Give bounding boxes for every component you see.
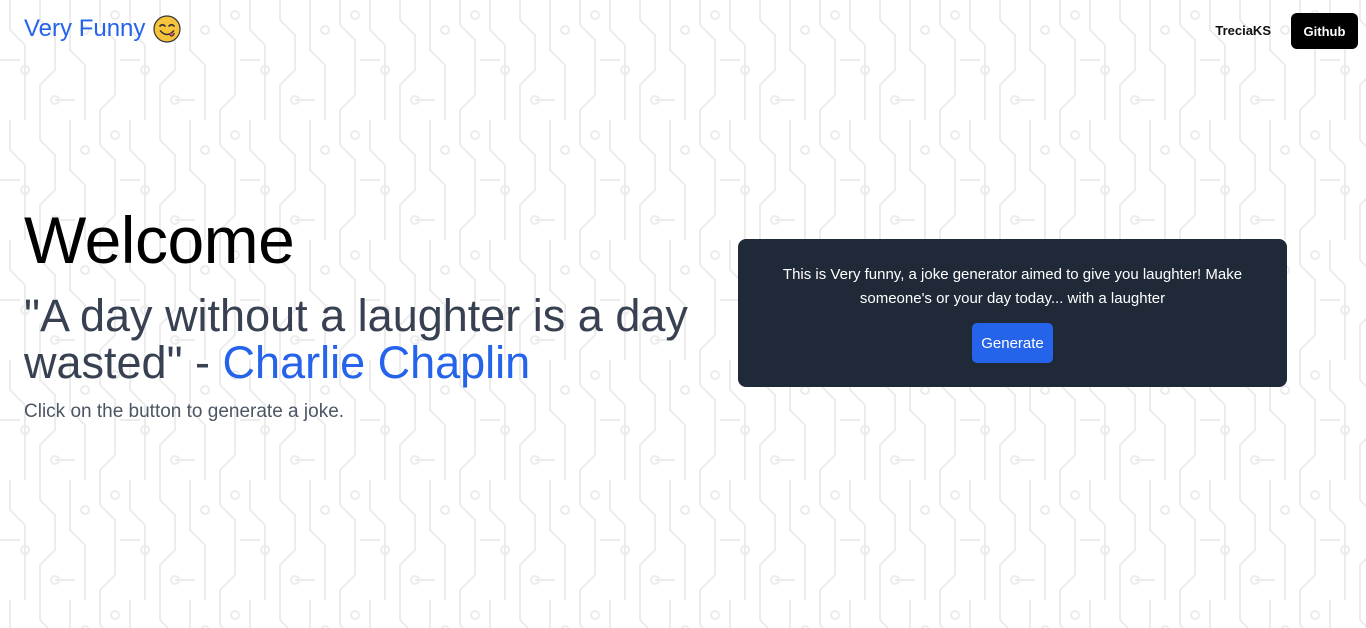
joke-card: This is Very funny, a joke generator aim… <box>738 239 1287 387</box>
generate-button[interactable]: Generate <box>972 323 1053 363</box>
navbar: Very Funny TreciaKS Github <box>0 0 1366 60</box>
instruction-text: Click on the button to generate a joke. <box>24 401 345 422</box>
username-link[interactable]: TreciaKS <box>1215 22 1271 40</box>
brand-title: Very Funny <box>24 15 146 42</box>
page-title: Welcome <box>24 203 295 277</box>
quote: "A day without a laughter is a day waste… <box>24 292 704 386</box>
brand-link[interactable]: Very Funny <box>24 13 182 45</box>
github-button[interactable]: Github <box>1291 13 1358 49</box>
hero-section: Welcome "A day without a laughter is a d… <box>24 200 704 424</box>
card-description: This is Very funny, a joke generator aim… <box>782 266 1243 307</box>
face-savoring-food-icon <box>153 15 182 43</box>
quote-author: Charlie Chaplin <box>222 337 531 388</box>
